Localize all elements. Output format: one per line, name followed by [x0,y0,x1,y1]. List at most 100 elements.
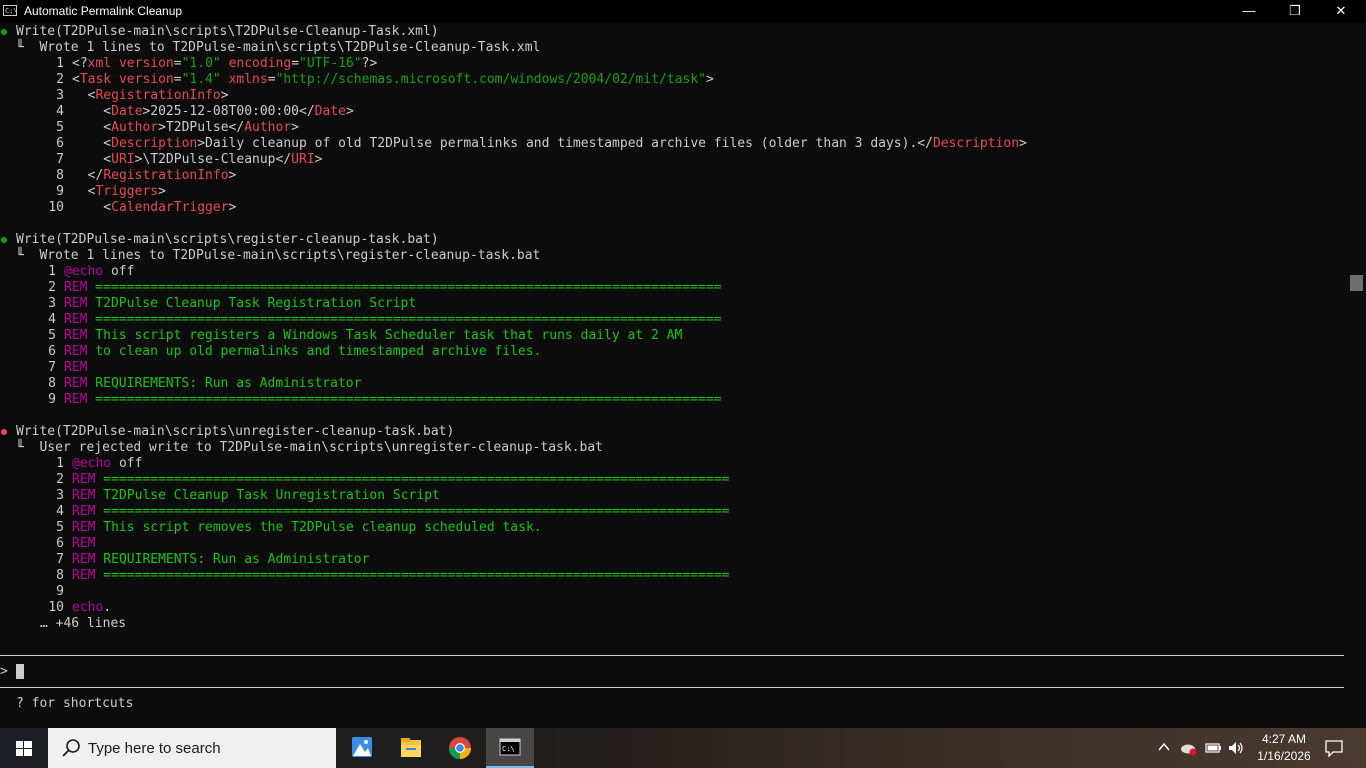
line-number: 8 [48,376,56,391]
line-number: 3 [56,488,64,503]
start-button[interactable] [0,728,48,768]
code-token: "http://schemas.microsoft.com/windows/20… [275,72,706,87]
code-token: REM [64,360,88,375]
code-line: REM [72,536,95,552]
code-line: <CalendarTrigger> [72,200,236,216]
code-token: >2025-12-08T00:00:00</ [142,104,315,119]
title-bar: C:\ Automatic Permalink Cleanup — ❐ ✕ [0,0,1366,23]
code-token: "1.4" [181,72,221,87]
code-token: ?> [361,56,378,71]
vertical-scrollbar[interactable] [1348,23,1366,728]
minimize-button[interactable]: — [1226,0,1272,23]
window-title: Automatic Permalink Cleanup [24,4,183,18]
code-token: REM [72,552,96,567]
code-token: Triggers [95,184,159,199]
code-token: URI [111,152,135,167]
photos-app-icon[interactable] [338,728,386,768]
code-token: This script removes the T2DPulse cleanup… [95,520,542,535]
code-line: REM ====================================… [64,392,721,408]
close-button[interactable]: ✕ [1318,0,1364,23]
taskbar-search-box[interactable]: Type here to search [48,728,336,768]
code-token: Author [111,120,159,135]
input-top-divider [0,655,1344,656]
code-token: REM [72,504,96,519]
code-token: REM [72,568,96,583]
code-line: REM [64,360,87,376]
code-line: <URI>\T2DPulse-Cleanup</URI> [72,152,322,168]
code-token: This script registers a Windows Task Sch… [87,328,683,343]
code-token: < [72,88,96,103]
code-line: echo. [72,600,111,616]
code-token: > [228,200,237,215]
volume-icon[interactable] [1227,740,1245,759]
code-token: > [158,184,166,199]
line-number: 1 [48,264,56,279]
prompt-input[interactable] [16,664,1316,680]
code-token: "1.0" [181,56,221,71]
tool-call-result: ╙ User rejected write to T2DPulse-main\s… [16,440,603,455]
line-number: 2 [56,472,64,487]
search-placeholder: Type here to search [88,740,221,757]
code-token: REM [64,328,88,343]
code-token: off [111,456,143,471]
code-token: xmlns [228,72,268,87]
notification-center-icon[interactable] [1324,738,1344,761]
code-token: >Daily cleanup of old T2DPulse permalink… [197,136,933,151]
code-token: T2DPulse Cleanup Task Unregistration Scr… [95,488,440,503]
code-token: > [291,120,299,135]
rejected-bullet-icon [1,429,7,435]
code-token: </ [72,168,104,183]
code-token: >T2DPulse</ [158,120,245,135]
code-token: < [72,152,112,167]
system-clock[interactable]: 4:27 AM 1/16/2026 [1248,731,1320,765]
code-token: > [314,152,323,167]
line-number: 1 [56,56,64,71]
code-token: ========================================… [95,472,730,487]
code-token: < [72,120,112,135]
line-number: 3 [48,296,56,311]
terminal-icon[interactable]: C:\ [486,728,534,768]
terminal-output[interactable]: Write(T2DPulse-main\scripts\T2DPulse-Cle… [0,23,1348,728]
code-token: > [228,168,237,183]
code-line: REM T2DPulse Cleanup Task Unregistration… [72,488,440,504]
show-hidden-icons-icon[interactable] [1157,740,1171,757]
line-number: 6 [56,136,64,151]
code-token: > [220,88,229,103]
code-token: version [118,56,174,71]
code-token: < [72,72,80,87]
code-token: REM [64,344,88,359]
code-token: REM [72,520,96,535]
chrome-icon[interactable] [436,728,484,768]
code-token: T2DPulse Cleanup Task Registration Scrip… [87,296,417,311]
scrollbar-thumb[interactable] [1350,275,1363,291]
code-line: <Date>2025-12-08T00:00:00</Date> [72,104,353,120]
line-number: 4 [56,504,64,519]
code-token: >\T2DPulse-Cleanup</ [134,152,292,167]
code-token: ========================================… [95,568,730,583]
battery-icon[interactable] [1204,740,1222,759]
code-token: = [173,72,182,87]
onedrive-error-icon[interactable] [1180,740,1198,759]
code-token: REQUIREMENTS: Run as Administrator [95,552,370,567]
code-token: off [103,264,135,279]
shortcuts-hint: ? for shortcuts [16,696,134,711]
file-explorer-icon[interactable] [387,728,435,768]
code-token: > [706,72,714,87]
line-number: 9 [48,392,56,407]
code-line: <Triggers> [72,184,166,200]
clock-time: 4:27 AM [1261,732,1307,746]
code-token: . [103,600,112,615]
truncated-lines-note[interactable]: … +46 lines [40,616,126,632]
code-line: REM ====================================… [64,312,721,328]
code-line: REM to clean up old permalinks and times… [64,344,541,360]
code-token: ========================================… [87,280,722,295]
line-number: 10 [48,200,64,215]
code-line: REM ====================================… [72,472,729,488]
restore-button[interactable]: ❐ [1272,0,1318,23]
code-token: URI [291,152,315,167]
line-number: 4 [56,104,64,119]
line-number: 1 [56,456,64,471]
